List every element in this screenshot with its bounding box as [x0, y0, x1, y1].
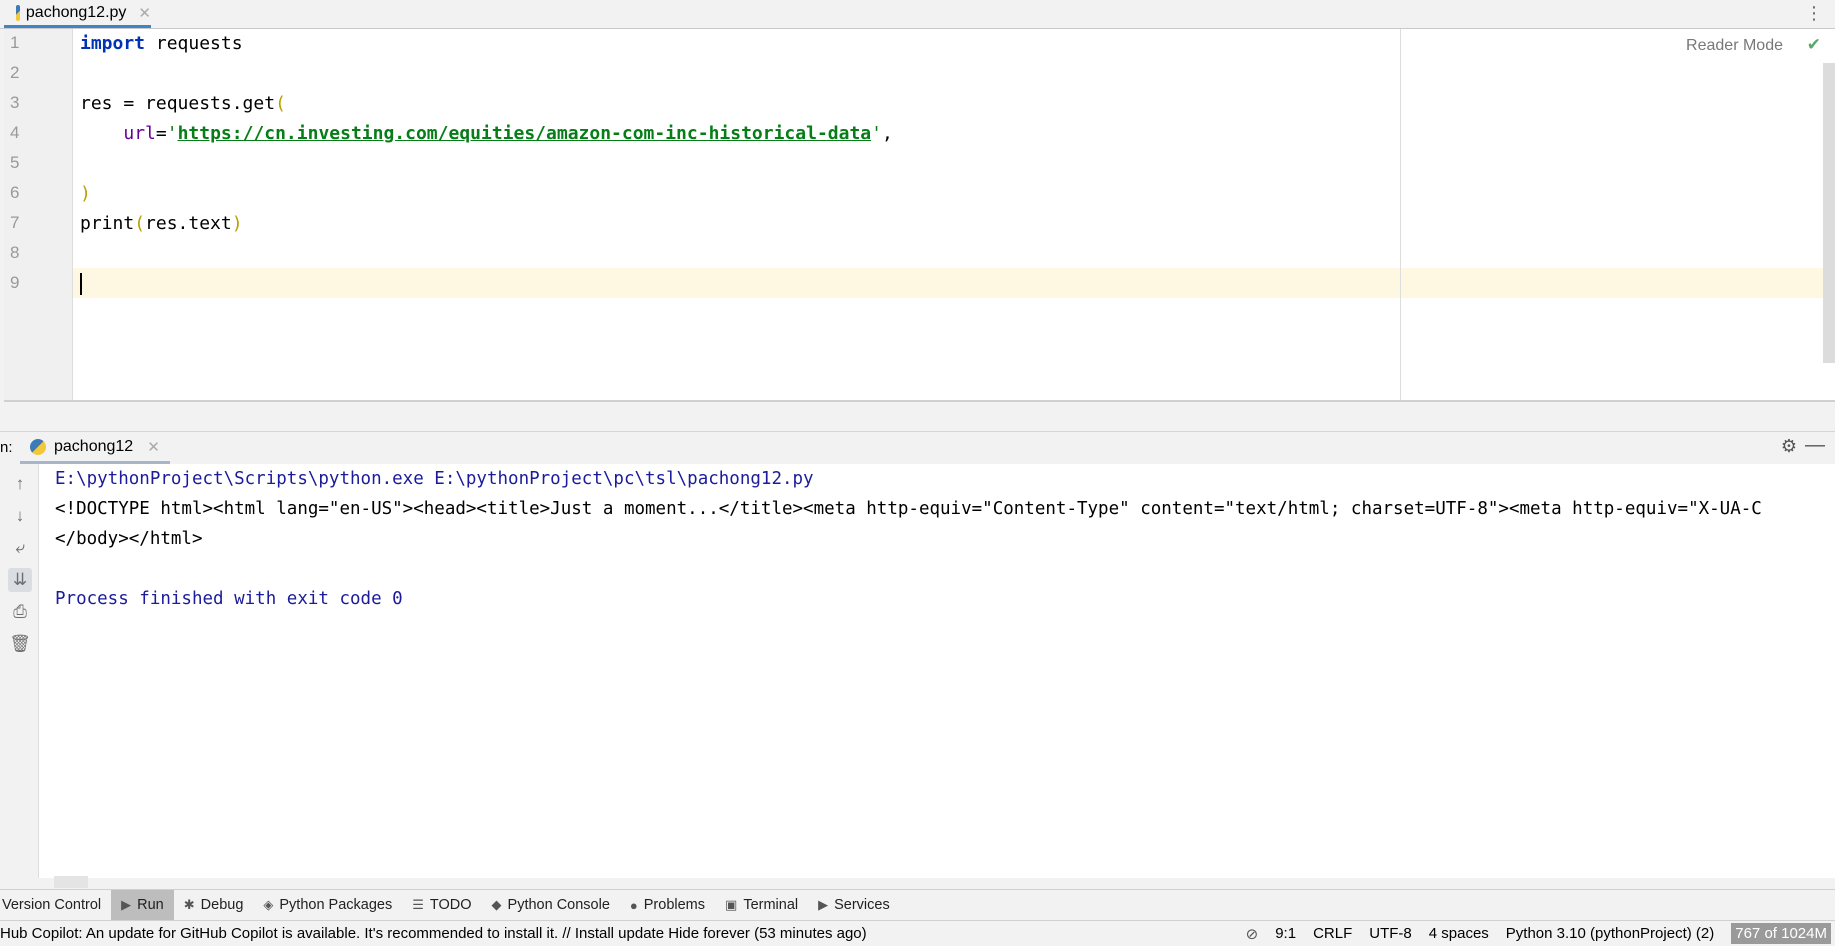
- python-icon: ◆: [491, 897, 502, 912]
- editor-scrollbar[interactable]: [1823, 63, 1835, 363]
- scroll-to-end-icon[interactable]: ⇊: [8, 568, 32, 592]
- copilot-disabled-icon[interactable]: ⊘: [1246, 925, 1259, 943]
- run-tab-pachong12[interactable]: pachong12 ✕: [20, 432, 170, 464]
- memory-indicator[interactable]: 767 of 1024M: [1731, 923, 1831, 944]
- console-line: Process finished with exit code 0: [55, 589, 403, 609]
- python-interpreter[interactable]: Python 3.10 (pythonProject) (2): [1506, 925, 1714, 942]
- line-number: 8: [10, 243, 20, 262]
- console-line: </body></html>: [55, 529, 203, 549]
- run-panel-label: n:: [0, 439, 13, 456]
- code-line-3: res = requests.get(: [80, 93, 286, 114]
- tool-python-console[interactable]: ◆ Python Console: [482, 890, 620, 920]
- run-tab-label: pachong12: [54, 437, 134, 455]
- line-number: 5: [10, 153, 20, 172]
- tool-services[interactable]: ▶ Services: [808, 890, 900, 920]
- line-number: 7: [10, 213, 20, 232]
- minimize-icon[interactable]: —: [1805, 434, 1825, 457]
- print-icon[interactable]: ⎙: [8, 600, 32, 624]
- code-line-4: url='https://cn.investing.com/equities/a…: [123, 123, 893, 144]
- reader-mode-button[interactable]: Reader Mode: [1686, 37, 1783, 55]
- close-tab-icon[interactable]: ✕: [138, 4, 151, 22]
- code-line-1: import requests: [80, 33, 243, 54]
- arrow-up-icon[interactable]: ↑: [8, 472, 32, 496]
- run-panel-header: n: pachong12 ✕ ⚙ —: [0, 431, 1835, 464]
- tool-problems[interactable]: ● Problems: [620, 890, 715, 920]
- python-icon: [30, 438, 46, 455]
- line-number: 3: [10, 93, 20, 112]
- inspection-ok-icon[interactable]: ✔: [1807, 35, 1821, 55]
- line-separator[interactable]: CRLF: [1313, 925, 1352, 942]
- trash-icon[interactable]: 🗑: [8, 632, 32, 656]
- console-line: <!DOCTYPE html><html lang="en-US"><head>…: [55, 499, 1762, 519]
- status-message[interactable]: Hub Copilot: An update for GitHub Copilo…: [0, 925, 867, 942]
- tool-python-packages[interactable]: ◈ Python Packages: [253, 890, 402, 920]
- run-toolbar: ↑ ↓ ⤶ ⇊ ⎙ 🗑: [0, 464, 39, 878]
- services-icon: ▶: [818, 897, 829, 912]
- line-number-gutter: 1 2 3 4 5 6 7 8 9: [4, 29, 73, 400]
- text-caret: [80, 273, 82, 295]
- python-file-icon: [16, 4, 20, 21]
- url-link[interactable]: https://cn.investing.com/equities/amazon…: [178, 123, 872, 144]
- line-number: 9: [10, 273, 20, 292]
- indent-setting[interactable]: 4 spaces: [1429, 925, 1489, 942]
- console-line: E:\pythonProject\Scripts\python.exe E:\p…: [55, 469, 814, 489]
- bug-icon: ✱: [183, 897, 195, 912]
- tool-run[interactable]: ▶ Run: [111, 890, 174, 920]
- close-run-tab-icon[interactable]: ✕: [147, 438, 160, 456]
- soft-wrap-icon[interactable]: ⤶: [8, 536, 32, 560]
- right-margin-guide: [1400, 29, 1401, 400]
- tool-version-control[interactable]: Version Control: [0, 890, 111, 920]
- console-output[interactable]: E:\pythonProject\Scripts\python.exe E:\p…: [39, 464, 1835, 878]
- panel-splitter[interactable]: [4, 400, 1835, 431]
- more-options-icon[interactable]: ⋮: [1805, 4, 1823, 22]
- code-editor[interactable]: 1 2 3 4 5 6 7 8 9 import requests res = …: [4, 29, 1835, 400]
- arrow-down-icon[interactable]: ↓: [8, 504, 32, 528]
- caret-position[interactable]: 9:1: [1275, 925, 1296, 942]
- gear-icon[interactable]: ⚙: [1781, 436, 1797, 457]
- tool-terminal[interactable]: ▣ Terminal: [715, 890, 808, 920]
- code-line-6: ): [80, 183, 91, 204]
- play-icon: ▶: [121, 897, 132, 912]
- tool-window-bar: Version Control ▶ Run ✱ Debug ◈ Python Pack…: [0, 889, 1835, 920]
- line-number: 6: [10, 183, 20, 202]
- editor-tab-bar: pachong12.py ✕ ⋮: [0, 0, 1835, 29]
- line-number: 1: [10, 33, 20, 52]
- tool-todo[interactable]: ☰ TODO: [402, 890, 481, 920]
- status-bar: Hub Copilot: An update for GitHub Copilo…: [0, 920, 1835, 946]
- editor-tab-label: pachong12.py: [25, 3, 127, 21]
- editor-tab-pachong12[interactable]: pachong12.py ✕: [4, 0, 151, 28]
- console-horizontal-scrollbar[interactable]: [54, 876, 88, 888]
- line-number: 2: [10, 63, 20, 82]
- line-number: 4: [10, 123, 20, 142]
- layers-icon: ◈: [263, 897, 274, 912]
- current-line-highlight: [73, 268, 1835, 298]
- terminal-icon: ▣: [725, 897, 738, 912]
- warning-icon: ●: [629, 897, 638, 913]
- file-encoding[interactable]: UTF-8: [1369, 925, 1412, 942]
- tool-debug[interactable]: ✱ Debug: [174, 890, 254, 920]
- list-icon: ☰: [412, 897, 424, 912]
- code-line-8: print(res.text): [80, 213, 243, 234]
